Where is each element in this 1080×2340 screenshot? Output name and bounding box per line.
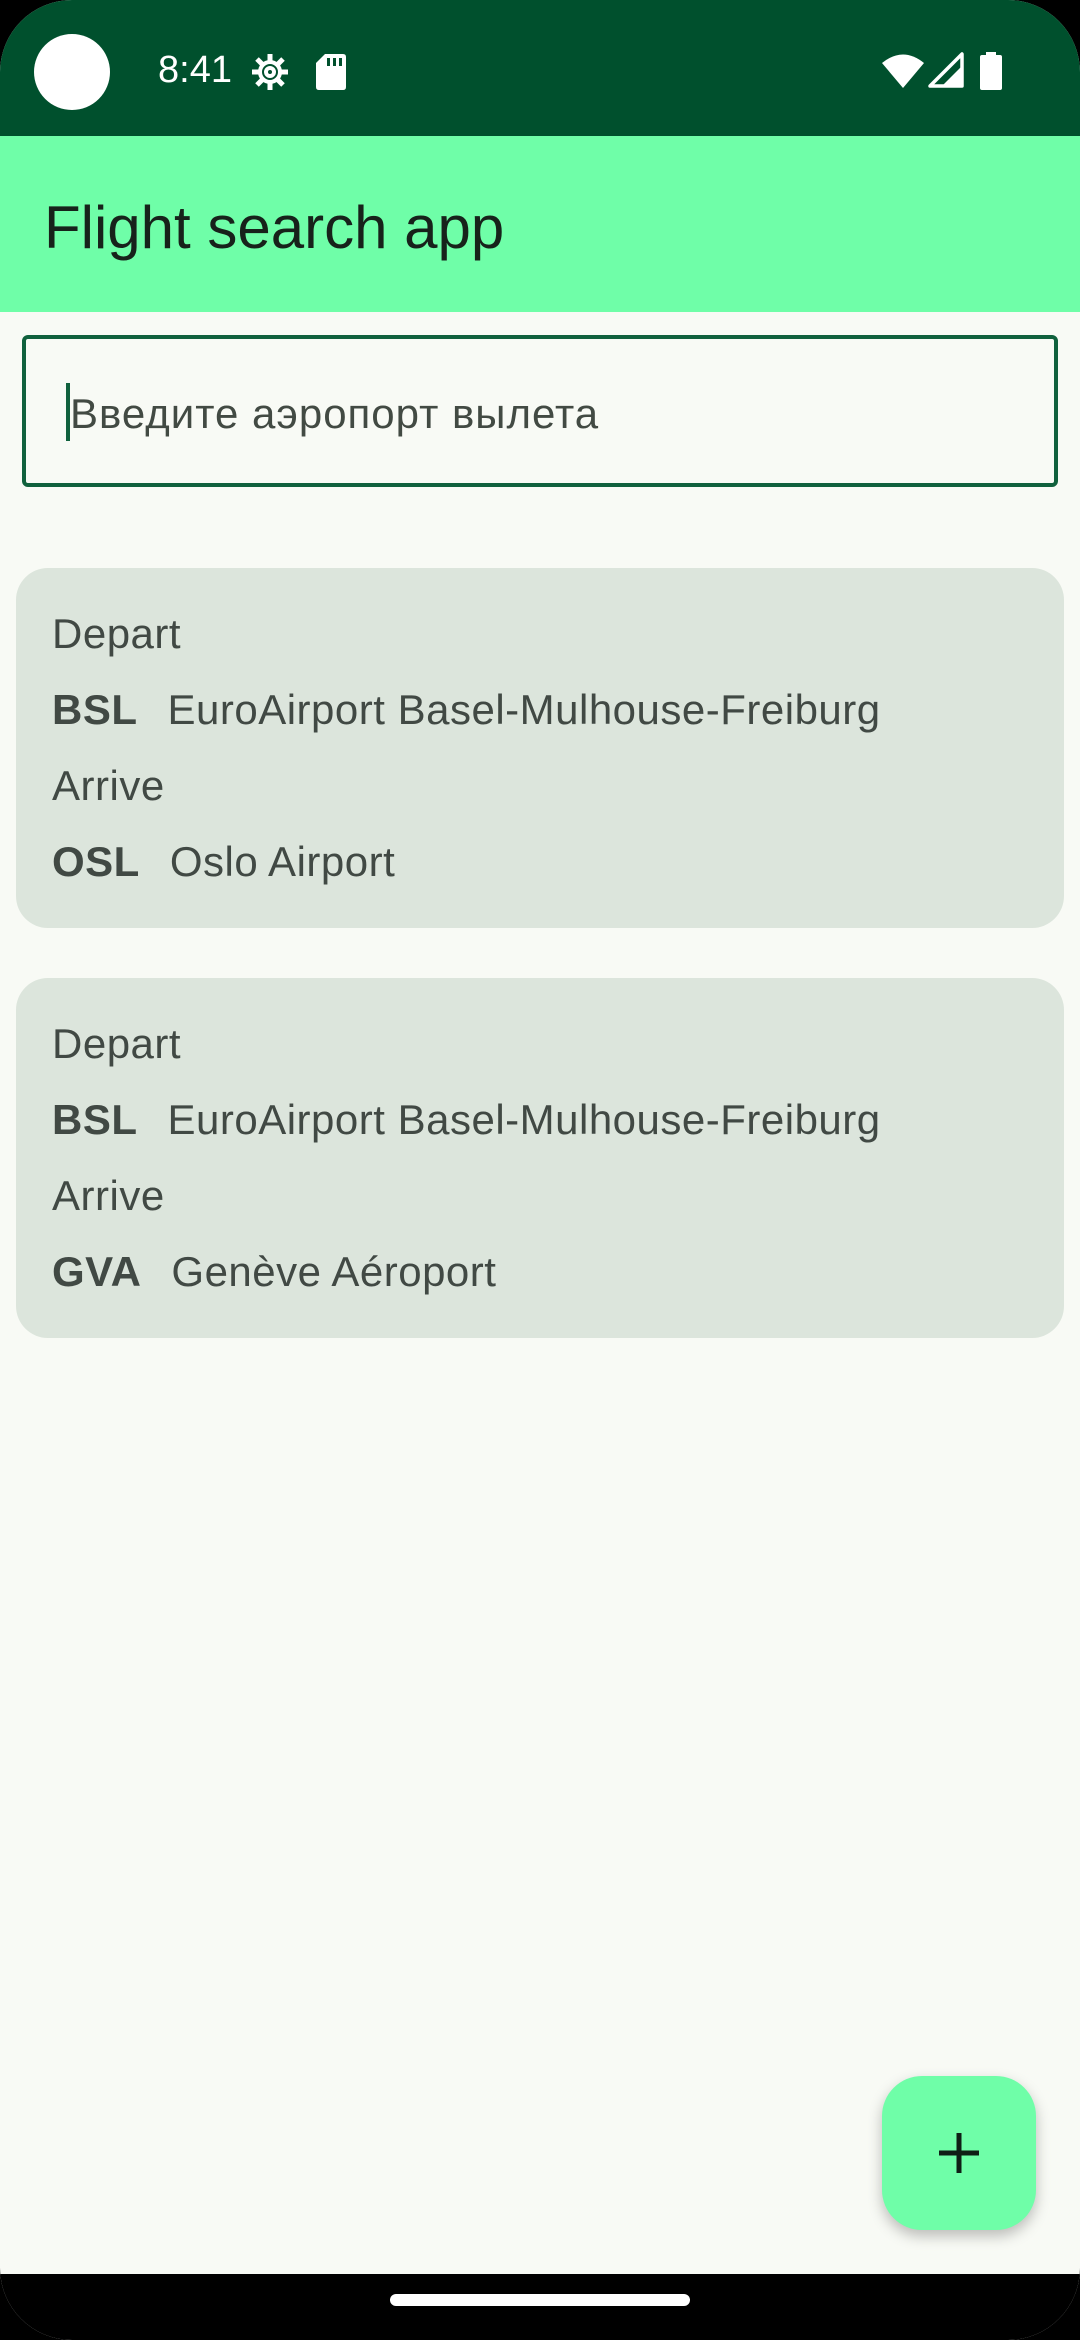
camera-hole [34,34,110,110]
wifi-icon [882,54,924,88]
home-gesture-handle[interactable] [390,2294,690,2306]
gear-icon [252,54,288,90]
arrive-airport-code: OSL [52,838,140,885]
arrive-airport-code: GVA [52,1248,142,1295]
depart-label: Depart [52,1020,182,1067]
plus-icon [939,2133,979,2173]
arrive-label: Arrive [52,762,165,809]
battery-icon [980,52,1002,90]
app-screen: 8:41 Flight search app Введите аэропорт … [0,0,1080,2340]
page-title: Flight search app [44,194,505,261]
depart-label: Depart [52,610,182,657]
depart-airport-row: BSL EuroAirport Basel-Mulhouse-Freiburg [52,684,881,736]
add-fab-button[interactable] [882,2076,1036,2230]
system-navigation-bar [0,2274,1080,2340]
flight-card[interactable]: Depart BSL EuroAirport Basel-Mulhouse-Fre… [16,568,1064,928]
depart-airport-code: BSL [52,1096,138,1143]
depart-airport-row: BSL EuroAirport Basel-Mulhouse-Freiburg [52,1094,881,1146]
signal-icon [928,52,964,88]
arrive-airport-name: Genève Aéroport [171,1248,497,1295]
arrive-airport-name: Oslo Airport [169,838,396,885]
status-bar: 8:41 [0,0,1080,136]
arrive-airport-row: OSL Oslo Airport [52,836,395,888]
depart-airport-name: EuroAirport Basel-Mulhouse-Freiburg [167,686,881,733]
arrive-label: Arrive [52,1172,165,1219]
departure-airport-search-input[interactable]: Введите аэропорт вылета [22,335,1058,487]
search-placeholder: Введите аэропорт вылета [70,390,600,437]
arrive-airport-row: GVA Genève Aéroport [52,1246,496,1298]
flight-card[interactable]: Depart BSL EuroAirport Basel-Mulhouse-Fre… [16,978,1064,1338]
status-time: 8:41 [158,49,232,91]
depart-airport-code: BSL [52,686,138,733]
top-app-bar: Flight search app [0,136,1080,312]
sd-card-icon [316,54,346,90]
depart-airport-name: EuroAirport Basel-Mulhouse-Freiburg [167,1096,881,1143]
